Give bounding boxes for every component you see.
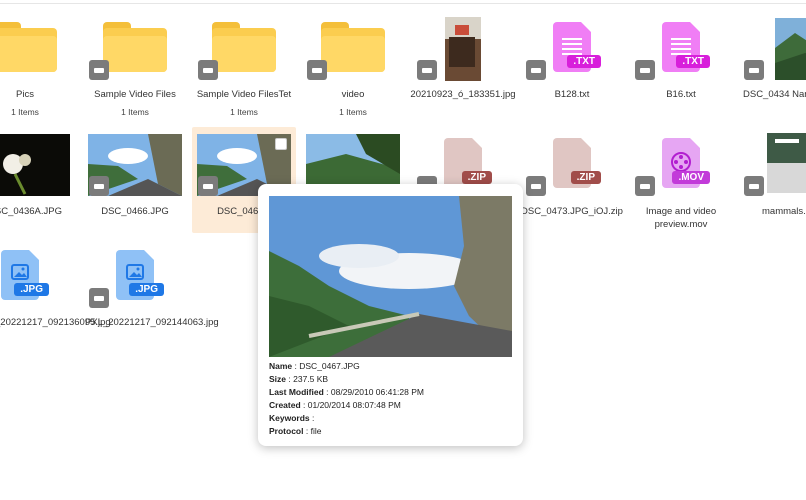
item-count: 1 Items [11,107,39,117]
photo-thumbnail [775,18,806,80]
file-tile[interactable]: DSC_0466.JPG [80,128,190,228]
txt-file-icon: .TXT [662,22,710,72]
item-count: 1 Items [339,107,367,117]
file-tile[interactable]: mammals.p [735,128,806,228]
file-tile[interactable]: .JPG _20221217_092136095.jpg [0,232,111,332]
drive-icon [526,176,546,196]
file-name: PXL_20221217_092144063.jpg [85,317,219,328]
file-name: B16.txt [666,89,696,100]
zip-file-icon: .ZIP [553,138,601,188]
file-name: mammals.p [762,206,806,217]
preview-metadata: Name : DSC_0467.JPG Size : 237.5 KB Last… [269,361,424,436]
file-tile[interactable]: Sample Video FilesTet 1 Items [189,0,299,117]
drive-icon [744,60,764,80]
photo-thumbnail [767,133,806,193]
file-name: Sample Video FilesTet [196,89,292,100]
folder-icon [321,22,385,72]
preview-created: 01/20/2014 08:07:48 PM [307,400,401,410]
file-name: DSC_0436A.JPG [0,206,62,217]
file-tile[interactable]: 20210923_ó_183351.jpg [408,0,518,100]
file-name: _20221217_092136095.jpg [0,317,111,328]
photo-thumbnail [0,134,70,196]
file-tile[interactable]: .TXT B128.txt [517,0,627,100]
item-count: 1 Items [230,107,258,117]
preview-image [269,196,512,357]
item-count: 1 Items [121,107,149,117]
file-tile[interactable]: .ZIP DSC_0473.JPG_iOJ.zip [517,128,627,228]
photo-thumbnail [445,17,481,81]
drive-icon [198,176,218,196]
folder-icon [0,22,57,72]
file-name: video [341,89,365,100]
jpg-file-icon: .JPG [1,250,49,300]
file-tile[interactable]: .TXT B16.txt [626,0,736,100]
file-name: 20210923_ó_183351.jpg [410,89,516,100]
drive-icon [526,60,546,80]
file-tile[interactable]: DSC_0436A.JPG [0,128,80,228]
drive-icon [635,60,655,80]
zip-file-icon: .ZIP [444,138,492,188]
file-tile[interactable]: Sample Video Files 1 Items [80,0,190,117]
drive-icon [744,176,764,196]
drive-icon [417,60,437,80]
file-tile[interactable]: video 1 Items [298,0,408,117]
drive-icon [198,60,218,80]
preview-name: DSC_0467.JPG [299,361,360,371]
file-preview-popup: Name : DSC_0467.JPG Size : 237.5 KB Last… [258,184,523,446]
file-name: DSC_0434 Nan [743,89,806,100]
preview-protocol: file [310,426,322,436]
file-name: Pics [16,89,34,100]
folder-icon [103,22,167,72]
preview-modified: 08/29/2010 06:41:28 PM [330,387,424,397]
file-tile[interactable]: .JPG PXL_20221217_092144063.jpg [80,232,219,332]
file-name: Image and video preview.mov [645,206,717,230]
file-tile[interactable]: .MOV Image and video preview.mov [626,128,736,230]
txt-file-icon: .TXT [553,22,601,72]
drive-icon [307,60,327,80]
drive-icon [635,176,655,196]
file-name: DSC_0466.JPG [101,206,169,217]
preview-size: 237.5 KB [293,374,329,384]
drive-icon [89,288,109,308]
drive-icon [89,60,109,80]
file-name: DSC_0473.JPG_iOJ.zip [521,206,623,217]
file-name: Sample Video Files [94,89,176,100]
select-checkbox[interactable] [275,138,287,150]
file-tile[interactable]: DSC_0434 Nan [735,0,806,100]
file-name: B128.txt [554,89,590,100]
folder-icon [212,22,276,72]
jpg-file-icon: .JPG [116,250,164,300]
drive-icon [89,176,109,196]
mov-file-icon: .MOV [662,138,710,188]
file-tile[interactable]: Pics 1 Items [0,0,80,117]
